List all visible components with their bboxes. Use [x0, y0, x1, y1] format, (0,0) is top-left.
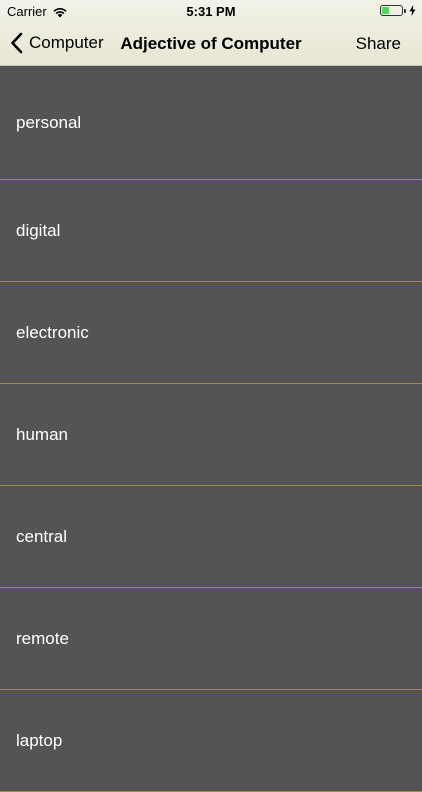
- list-item[interactable]: laptop: [0, 690, 422, 792]
- list-item[interactable]: remote: [0, 588, 422, 690]
- list-item-label: digital: [16, 220, 61, 240]
- list-item-label: human: [16, 424, 68, 444]
- battery-cap: [404, 8, 406, 13]
- list-item[interactable]: human: [0, 384, 422, 486]
- adjective-list: personal digital electronic human centra…: [0, 66, 422, 792]
- list-item-label: personal: [16, 112, 82, 132]
- share-button[interactable]: Share: [356, 34, 401, 54]
- clock: 5:31 PM: [186, 4, 236, 19]
- battery-indicator: [380, 5, 416, 16]
- battery-icon: [380, 5, 403, 16]
- top-bar: Carrier 5:31 PM Computer Adjective of Co…: [0, 0, 422, 66]
- charging-bolt-icon: [409, 5, 416, 16]
- navigation-bar: Computer Adjective of Computer Share: [0, 22, 422, 66]
- list-item[interactable]: central: [0, 486, 422, 588]
- list-item[interactable]: digital: [0, 180, 422, 282]
- list-item-label: laptop: [16, 730, 63, 750]
- list-item-label: electronic: [16, 322, 89, 342]
- list-item-label: remote: [16, 628, 69, 648]
- list-item[interactable]: personal: [0, 66, 422, 180]
- list-item-label: central: [16, 526, 68, 546]
- status-bar: Carrier 5:31 PM: [0, 0, 422, 22]
- list-item[interactable]: electronic: [0, 282, 422, 384]
- battery-level: [382, 7, 389, 14]
